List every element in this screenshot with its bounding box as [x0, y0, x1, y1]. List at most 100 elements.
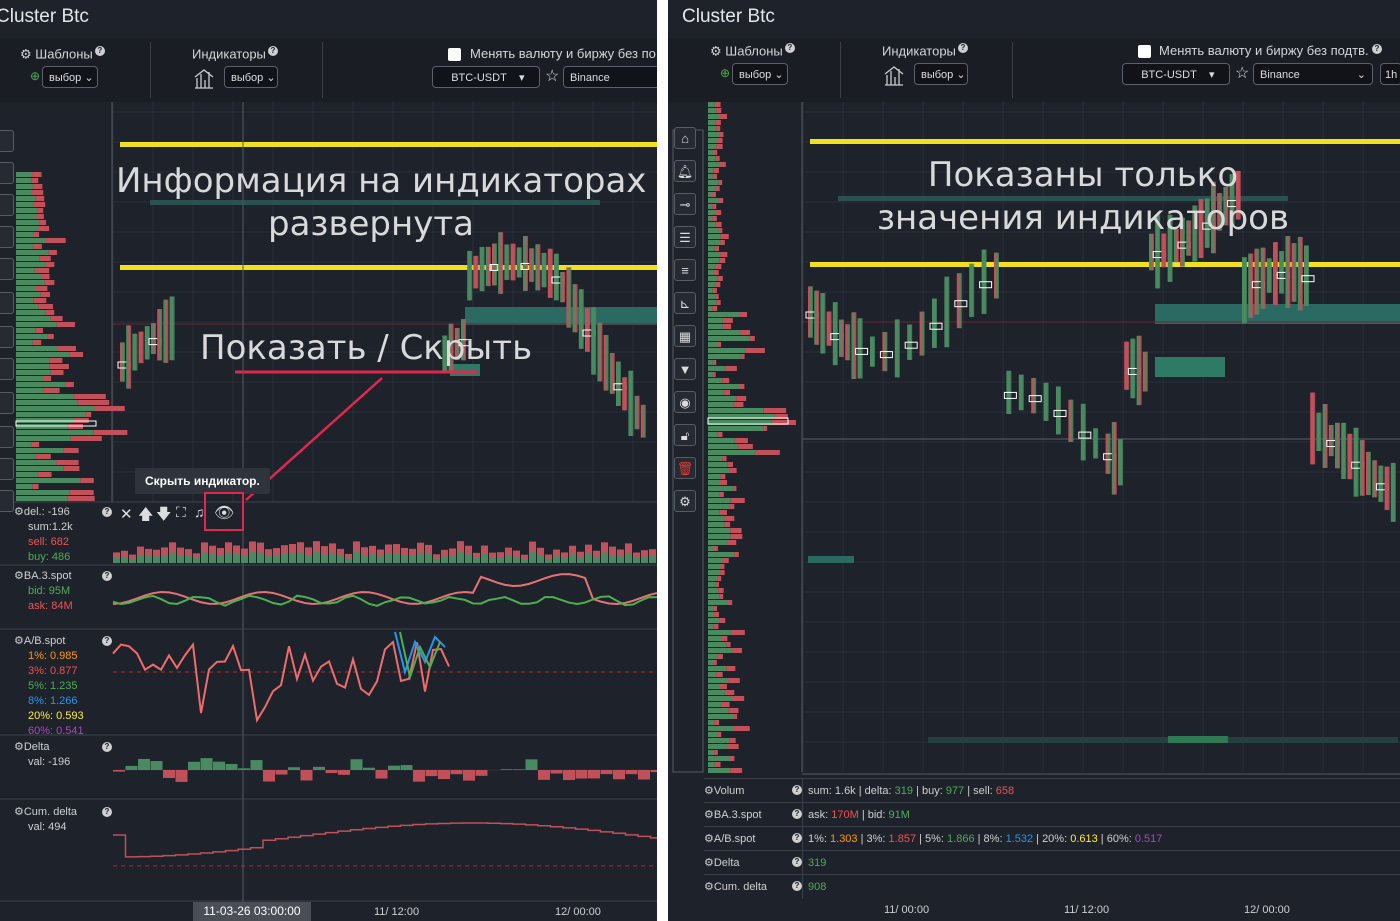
delta-bar: [413, 770, 425, 782]
value-segment: | bid:: [858, 809, 889, 821]
help-icon[interactable]: ?: [102, 636, 112, 646]
help-icon[interactable]: ?: [792, 881, 802, 891]
profile-bar: [16, 430, 94, 435]
templates-select[interactable]: выбор ⌄: [42, 66, 98, 88]
indicators-chart-icon[interactable]: [883, 65, 905, 87]
chevron-down-icon: ⌄: [1356, 69, 1366, 81]
indicator-name[interactable]: ⚙Delta: [14, 740, 70, 755]
left-chart-window: Cluster Btc ⚙ Шаблоны? ⊕ выбор ⌄ Индикат…: [0, 0, 657, 921]
bell-icon[interactable]: [0, 162, 14, 184]
close-icon[interactable]: ✕: [120, 505, 133, 523]
profile-bar: [708, 138, 718, 143]
profile-bar: [708, 732, 718, 737]
delta-bar: [225, 763, 238, 770]
indicators-chart-icon[interactable]: [193, 68, 215, 90]
layout-icon[interactable]: ☰: [674, 226, 696, 248]
eye-icon[interactable]: ◉: [674, 391, 696, 413]
pair-select[interactable]: BTC-USDT ▾: [1122, 63, 1230, 85]
profile-bar: [719, 510, 727, 515]
arrow-up-icon[interactable]: 🡅: [138, 504, 153, 529]
calendar-icon[interactable]: ▦: [674, 325, 696, 347]
help-icon[interactable]: ?: [102, 807, 112, 817]
chart-icon[interactable]: [0, 130, 14, 152]
indicator-name[interactable]: ⚙BA.3.spot: [14, 569, 73, 584]
volume-bar: [249, 552, 256, 563]
profile-bar: [708, 624, 714, 629]
lines-icon[interactable]: [0, 258, 14, 280]
profile-bar: [716, 300, 721, 305]
candle: [896, 319, 900, 378]
profile-bar: [717, 432, 723, 437]
volume-bar: [537, 555, 544, 563]
ruler-icon[interactable]: ⊾: [674, 292, 696, 314]
slider-icon[interactable]: ⊸: [674, 193, 696, 215]
indicator-name[interactable]: ⚙del.: -196: [14, 505, 73, 520]
filter-icon[interactable]: [0, 358, 14, 380]
profile-bar: [708, 390, 724, 395]
ruler-icon[interactable]: [0, 292, 14, 314]
exchange-select[interactable]: Binance ⌄: [1253, 63, 1373, 85]
layout-icon[interactable]: [0, 226, 14, 248]
add-icon[interactable]: ⊕: [720, 66, 730, 80]
profile-bar: [16, 256, 40, 261]
help-icon[interactable]: ?: [792, 857, 802, 867]
star-icon[interactable]: ☆: [545, 66, 559, 86]
slider-icon[interactable]: [0, 194, 14, 216]
calendar-icon[interactable]: [0, 326, 14, 348]
settings-icon[interactable]: [0, 490, 14, 512]
help-icon[interactable]: ?: [784, 43, 795, 53]
profile-bar: [44, 280, 55, 285]
timeframe-select[interactable]: 1h: [1380, 63, 1400, 85]
profile-bar: [708, 252, 721, 257]
indicators-select[interactable]: выбор ⌄: [914, 63, 968, 85]
add-icon[interactable]: ⊕: [30, 69, 40, 83]
bell-icon[interactable]: 🔔︎: [674, 160, 696, 182]
arrow-down-icon[interactable]: 🡇: [156, 504, 171, 529]
indicator-name[interactable]: ⚙Cum. delta: [14, 805, 77, 820]
candle: [841, 319, 844, 357]
help-icon[interactable]: ?: [94, 46, 105, 56]
indicator-value: 1%: 0.985: [28, 650, 78, 662]
profile-bar: [708, 720, 715, 725]
bell-icon[interactable]: ♫: [194, 504, 205, 520]
trash-icon[interactable]: [0, 458, 14, 480]
ask-line: [112, 573, 657, 605]
profile-bar: [16, 322, 57, 327]
profile-bar: [77, 400, 110, 405]
help-icon[interactable]: ?: [102, 571, 112, 581]
value-segment: ask:: [808, 809, 832, 821]
star-icon[interactable]: ☆: [1235, 63, 1249, 83]
exchange-select[interactable]: Binance: [563, 66, 657, 88]
help-icon[interactable]: ?: [267, 46, 278, 56]
profile-bar: [32, 484, 39, 489]
currency-checkbox[interactable]: [448, 48, 461, 61]
profile-bar: [708, 612, 715, 617]
settings-icon[interactable]: ⚙: [674, 490, 696, 512]
eye-icon[interactable]: [0, 392, 14, 414]
indicator-name[interactable]: ⚙A/B.spot: [14, 634, 84, 649]
pair-select[interactable]: BTC-USDT ▾: [432, 66, 540, 88]
chart-icon[interactable]: ⌂: [674, 127, 696, 149]
fullscreen-icon[interactable]: ⛶: [176, 504, 186, 521]
help-icon[interactable]: ?: [792, 785, 802, 795]
volume-bar: [545, 558, 552, 563]
currency-checkbox[interactable]: [1138, 45, 1151, 58]
help-icon[interactable]: ?: [102, 742, 112, 752]
profile-bar: [708, 630, 731, 635]
lock-icon[interactable]: [0, 426, 14, 448]
trash-icon[interactable]: 🗑︎: [674, 457, 696, 479]
help-icon[interactable]: ?: [1372, 44, 1382, 54]
indicator-value: 5%: 1.235: [28, 680, 78, 692]
candle: [996, 252, 999, 299]
help-icon[interactable]: ?: [957, 43, 968, 53]
profile-bar: [39, 220, 47, 225]
help-icon[interactable]: ?: [102, 507, 112, 517]
profile-bar: [712, 306, 718, 311]
indicators-select[interactable]: выбор ⌄: [224, 66, 278, 88]
help-icon[interactable]: ?: [792, 833, 802, 843]
templates-select[interactable]: выбор ⌄: [732, 63, 788, 85]
lines-icon[interactable]: ≡: [674, 259, 696, 281]
lock-icon[interactable]: 🔓︎: [674, 424, 696, 446]
help-icon[interactable]: ?: [792, 809, 802, 819]
filter-icon[interactable]: ▼: [674, 358, 696, 380]
